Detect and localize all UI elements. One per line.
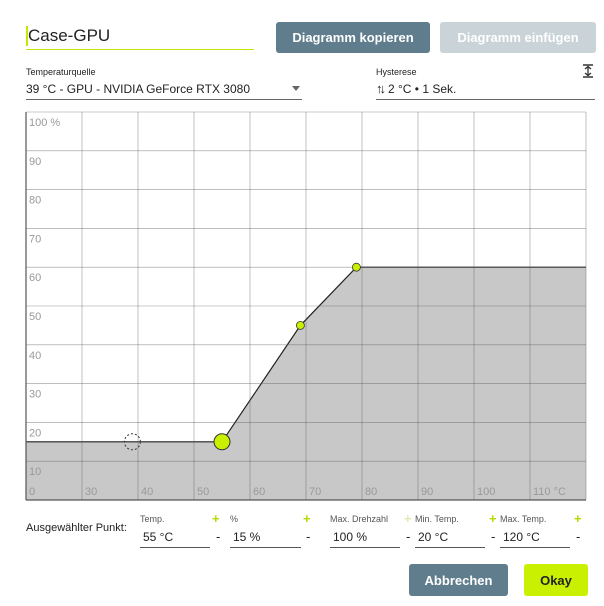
plus-icon[interactable]: + (303, 511, 311, 526)
minus-icon[interactable]: - (406, 529, 410, 544)
y-tick-label: 70 (29, 233, 41, 245)
max-temp-value-input[interactable]: 120 °C (500, 530, 570, 548)
x-tick-label: 80 (365, 486, 377, 498)
field-min-temp: Min. Temp. + 20 °C - (415, 511, 501, 548)
y-tick-label: 90 (29, 156, 41, 168)
control-point[interactable] (295, 320, 305, 330)
percent-value-input[interactable]: 15 % (230, 530, 301, 548)
y-axis-labels: 10 20 30 40 50 60 70 80 90 100 % (29, 117, 60, 478)
x-tick-label: 70 (309, 486, 321, 498)
okay-button[interactable]: Okay (524, 564, 588, 596)
x-tick-label: 90 (421, 486, 433, 498)
y-tick-label: 20 (29, 427, 41, 439)
x-tick-label: 40 (141, 486, 153, 498)
field-max-speed-label: Max. Drehzahl (330, 514, 389, 524)
field-percent-label: % (230, 514, 239, 524)
y-tick-label: 100 % (29, 117, 60, 129)
x-tick-label: 0 (29, 486, 35, 498)
field-percent: % + 15 % - (230, 511, 316, 548)
y-tick-label: 10 (29, 466, 41, 478)
x-tick-label: 30 (85, 486, 97, 498)
field-max-temp: Max. Temp. + 120 °C - (500, 511, 586, 548)
x-tick-label: 100 (477, 486, 495, 498)
x-tick-label: 50 (197, 486, 209, 498)
control-point[interactable] (351, 262, 361, 272)
field-temp-label: Temp. (140, 514, 165, 524)
field-min-temp-label: Min. Temp. (415, 514, 459, 524)
y-tick-label: 60 (29, 272, 41, 284)
field-max-temp-label: Max. Temp. (500, 514, 547, 524)
x-tick-label: 60 (253, 486, 265, 498)
plus-icon[interactable]: + (574, 511, 582, 526)
minus-icon[interactable]: - (576, 529, 580, 544)
selected-point-label: Ausgewählter Punkt: (26, 522, 127, 534)
min-temp-value-input[interactable]: 20 °C (415, 530, 485, 548)
minus-icon[interactable]: - (491, 529, 495, 544)
y-tick-label: 50 (29, 311, 41, 323)
x-tick-label: 110 °C (533, 486, 566, 498)
plus-icon: + (404, 511, 412, 526)
y-tick-label: 40 (29, 350, 41, 362)
selected-control-point[interactable] (213, 433, 231, 451)
cancel-button[interactable]: Abbrechen (409, 564, 508, 596)
minus-icon[interactable]: - (216, 529, 220, 544)
field-max-speed: Max. Drehzahl + 100 % - (330, 511, 416, 548)
plus-icon[interactable]: + (212, 511, 220, 526)
plus-icon[interactable]: + (489, 511, 497, 526)
max-speed-value-input[interactable]: 100 % (330, 530, 400, 548)
temp-value-input[interactable]: 55 °C (140, 530, 210, 548)
field-temp: Temp. + 55 °C - (140, 511, 228, 548)
minus-icon[interactable]: - (306, 529, 310, 544)
y-tick-label: 80 (29, 195, 41, 207)
y-tick-label: 30 (29, 389, 41, 401)
